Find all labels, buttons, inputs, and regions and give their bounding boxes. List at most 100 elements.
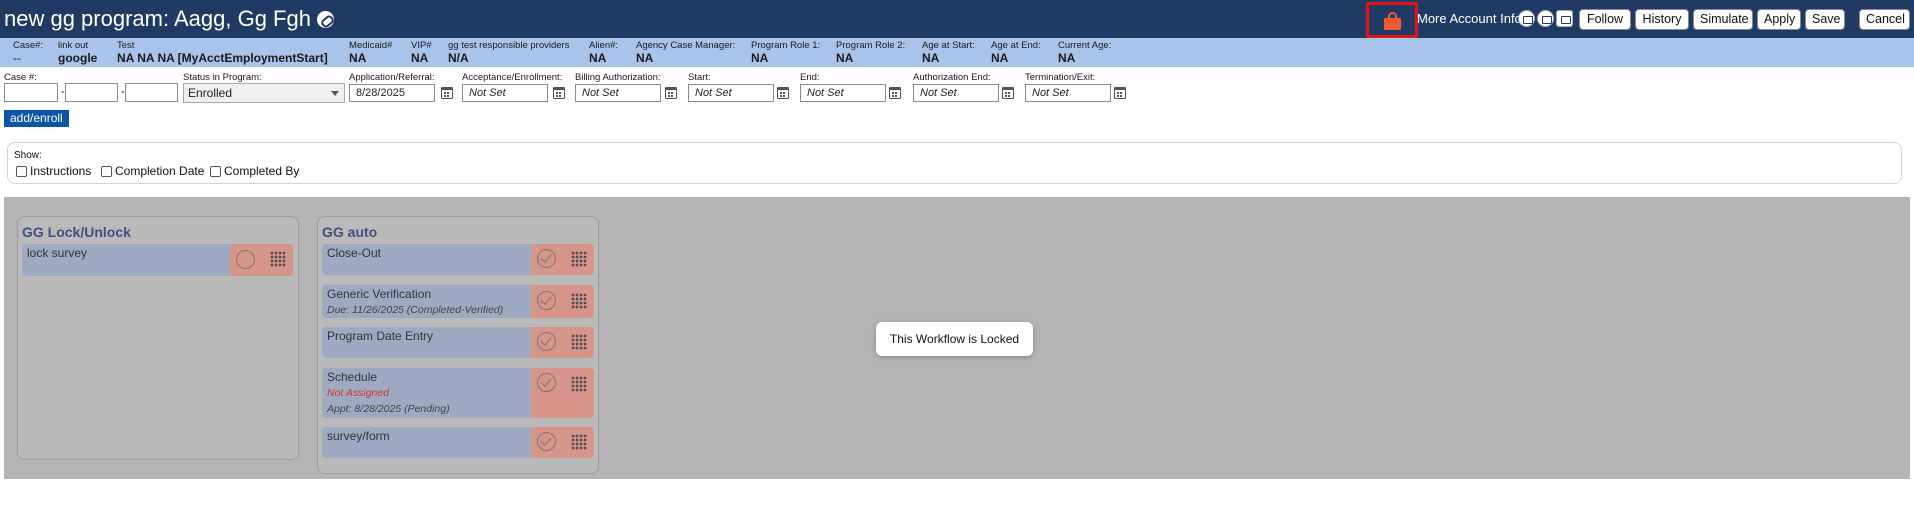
case-number-label: Case #: <box>4 72 37 83</box>
calendar-icon[interactable] <box>889 87 901 99</box>
case-number-field-2[interactable] <box>65 83 118 102</box>
info-age-at-end: Age at End: NA <box>991 40 1041 65</box>
checkbox-icon[interactable] <box>101 165 112 177</box>
task-name: Close-Out <box>327 246 382 260</box>
billing-authorization-label: Billing Authorization: <box>575 72 661 83</box>
task-name: survey/form <box>327 429 390 443</box>
instructions-checkbox[interactable]: Instructions <box>16 164 91 178</box>
task-name: lock survey <box>27 246 88 260</box>
chat-icon[interactable] <box>1537 10 1554 27</box>
acceptance-enrollment-date[interactable]: Not Set <box>462 84 548 102</box>
grid-menu-icon[interactable] <box>270 251 286 267</box>
chevron-down-icon <box>331 91 339 96</box>
info-agency-case-manager: Agency Case Manager: NA <box>636 40 736 65</box>
case-number-field-1[interactable] <box>4 83 58 102</box>
calendar-icon[interactable] <box>665 87 677 99</box>
start-label: Start: <box>688 72 711 83</box>
task-name: Schedule <box>327 370 378 384</box>
info-current-age: Current Age: NA <box>1058 40 1112 65</box>
add-enroll-button[interactable]: add/enroll <box>4 110 69 127</box>
id-card-icon[interactable] <box>1556 10 1573 27</box>
task-name: Program Date Entry <box>327 329 434 343</box>
cancel-button[interactable]: Cancel <box>1859 9 1910 30</box>
authorization-end-date[interactable]: Not Set <box>913 84 999 102</box>
task-not-assigned: Not Assigned <box>327 387 390 399</box>
task-actions <box>230 244 293 276</box>
info-vip: VIP# NA <box>411 40 432 65</box>
application-referral-label: Application/Referral: <box>349 72 435 83</box>
task-actions <box>531 368 594 418</box>
task-program-date-entry[interactable]: Program Date Entry <box>322 327 594 358</box>
calendar-icon[interactable] <box>553 87 565 99</box>
column-title: GG auto <box>322 224 378 240</box>
check-circle-icon[interactable] <box>537 373 556 392</box>
task-actions <box>531 327 594 358</box>
task-actions <box>531 244 594 275</box>
calendar-icon[interactable] <box>777 87 789 99</box>
check-circle-icon[interactable] <box>537 332 556 351</box>
application-referral-date[interactable]: 8/28/2025 <box>349 84 435 102</box>
authorization-end-label: Authorization End: <box>913 72 991 83</box>
task-actions <box>531 427 594 458</box>
check-circle-icon[interactable] <box>537 291 556 310</box>
check-circle-icon[interactable] <box>537 432 556 451</box>
grid-menu-icon[interactable] <box>571 434 587 450</box>
case-info-bar: Case#: -- link out google Test NA NA NA … <box>0 38 1914 67</box>
termination-exit-date[interactable]: Not Set <box>1025 84 1111 102</box>
completed-by-checkbox[interactable]: Completed By <box>210 164 299 178</box>
completion-date-checkbox[interactable]: Completion Date <box>101 164 204 178</box>
grid-menu-icon[interactable] <box>571 251 587 267</box>
calendar-icon[interactable] <box>1002 87 1014 99</box>
show-options-panel: Show: Instructions Completion Date Compl… <box>7 142 1902 184</box>
task-due-date: Due: 11/26/2025 (Completed-Verified) <box>327 304 504 316</box>
simulate-button[interactable]: Simulate <box>1693 9 1753 30</box>
save-button[interactable]: Save <box>1805 9 1845 30</box>
task-actions <box>531 285 594 318</box>
mail-icon[interactable] <box>1518 10 1535 27</box>
workflow-column-gg-lock-unlock: GG Lock/Unlock lock survey <box>17 216 299 460</box>
info-age-at-start: Age at Start: NA <box>922 40 975 65</box>
calendar-icon[interactable] <box>1114 87 1126 99</box>
google-link[interactable]: google <box>58 51 97 65</box>
task-generic-verification[interactable]: Generic Verification Due: 11/26/2025 (Co… <box>322 285 594 318</box>
check-circle-icon[interactable] <box>537 249 556 268</box>
grid-menu-icon[interactable] <box>571 376 587 392</box>
info-program-role-2: Program Role 2: NA <box>836 40 906 65</box>
task-close-out[interactable]: Close-Out <box>322 244 594 275</box>
status-label: Status in Program: <box>183 72 262 83</box>
acceptance-enrollment-label: Acceptance/Enrollment: <box>462 72 563 83</box>
grid-menu-icon[interactable] <box>571 293 587 309</box>
apply-button[interactable]: Apply <box>1757 9 1801 30</box>
top-bar: new gg program: Aagg, Gg Fgh More Accoun… <box>0 0 1914 38</box>
checkbox-icon[interactable] <box>210 165 221 177</box>
workflow-locked-message: This Workflow is Locked <box>876 322 1033 356</box>
info-test: Test NA NA NA [MyAcctEmploymentStart] <box>117 40 328 65</box>
info-alien: Alien#: NA <box>589 40 619 65</box>
task-lock-survey[interactable]: lock survey <box>22 244 293 276</box>
follow-button[interactable]: Follow <box>1579 9 1631 30</box>
end-date[interactable]: Not Set <box>800 84 886 102</box>
info-case-number: Case#: -- <box>13 40 44 65</box>
termination-exit-label: Termination/Exit: <box>1025 72 1096 83</box>
history-button[interactable]: History <box>1635 9 1689 30</box>
workflow-column-gg-auto: GG auto Close-Out Generic Verification D… <box>317 216 599 474</box>
lock-icon[interactable] <box>1384 12 1401 30</box>
case-number-field-3[interactable] <box>125 83 178 102</box>
status-open-icon[interactable] <box>236 250 255 269</box>
info-responsible-providers: gg test responsible providers N/A <box>448 40 570 65</box>
more-account-info-link[interactable]: More Account Info <box>1417 11 1522 26</box>
grid-menu-icon[interactable] <box>571 334 587 350</box>
billing-authorization-date[interactable]: Not Set <box>575 84 661 102</box>
end-label: End: <box>800 72 820 83</box>
calendar-icon[interactable] <box>441 87 453 99</box>
link-icon[interactable] <box>316 10 334 28</box>
status-select[interactable]: Enrolled <box>183 83 345 103</box>
checkbox-icon[interactable] <box>16 165 27 177</box>
task-appointment: Appt: 8/28/2025 (Pending) <box>327 403 450 415</box>
lock-highlight[interactable] <box>1366 2 1418 38</box>
task-schedule[interactable]: Schedule Not Assigned Appt: 8/28/2025 (P… <box>322 368 594 418</box>
page-title: new gg program: Aagg, Gg Fgh <box>4 4 334 34</box>
start-date[interactable]: Not Set <box>688 84 774 102</box>
task-survey-form[interactable]: survey/form <box>322 427 594 458</box>
show-label: Show: <box>14 150 42 161</box>
